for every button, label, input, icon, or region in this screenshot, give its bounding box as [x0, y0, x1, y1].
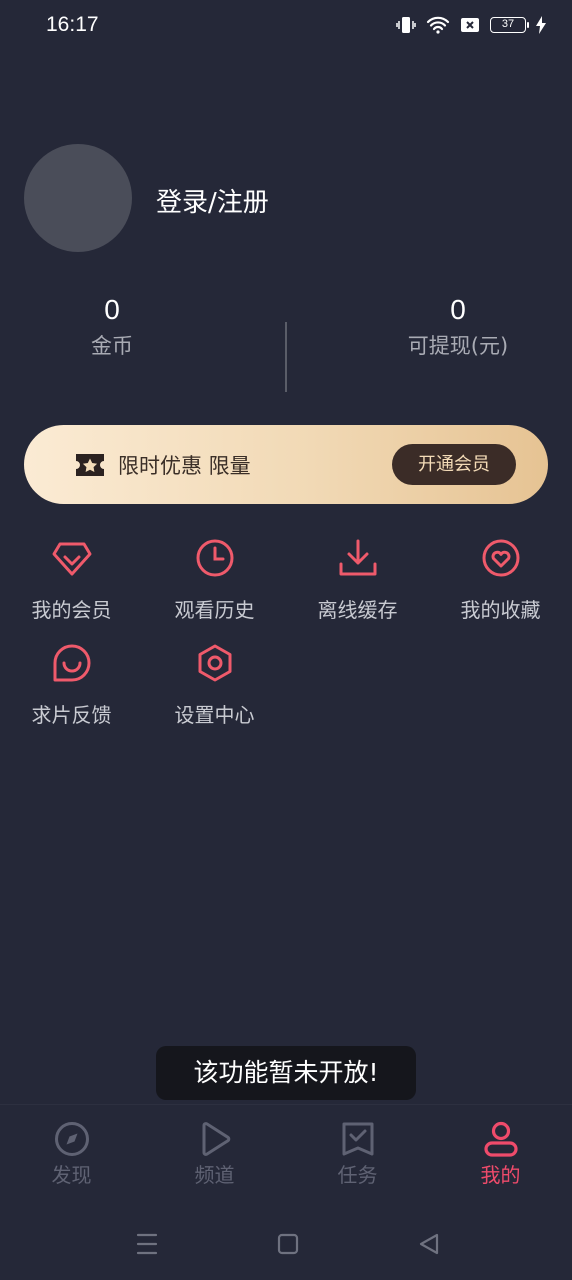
menu-label: 求片反馈 — [31, 703, 112, 727]
sim-off-icon — [460, 17, 480, 33]
menu-label: 我的收藏 — [460, 598, 541, 622]
withdrawable-stat[interactable]: 0 可提现(元) — [358, 294, 558, 360]
nav-channels[interactable]: 频道 — [143, 1121, 286, 1188]
back-icon[interactable] — [418, 1232, 440, 1260]
menu-item-settings[interactable]: 设置中心 — [143, 643, 286, 728]
play-icon — [197, 1121, 233, 1159]
menu-item-vip[interactable]: 我的会员 — [0, 538, 143, 623]
ticket-icon — [74, 452, 106, 478]
open-vip-button[interactable]: 开通会员 — [392, 444, 516, 485]
coins-stat[interactable]: 0 金币 — [12, 294, 212, 360]
coins-value: 0 — [104, 294, 120, 325]
system-nav-bar — [0, 1212, 572, 1280]
vibrate-icon — [396, 16, 416, 34]
menu-item-history[interactable]: 观看历史 — [143, 538, 286, 623]
user-icon — [483, 1121, 519, 1159]
feedback-icon — [52, 643, 92, 683]
home-icon[interactable] — [277, 1232, 299, 1260]
menu-label: 离线缓存 — [317, 598, 398, 622]
settings-icon — [195, 643, 235, 683]
menu-item-downloads[interactable]: 离线缓存 — [286, 538, 429, 623]
battery-icon: 37 — [490, 17, 529, 33]
menu-item-favorites[interactable]: 我的收藏 — [429, 538, 572, 623]
withdrawable-label: 可提现(元) — [407, 334, 509, 358]
nav-tasks[interactable]: 任务 — [286, 1121, 429, 1188]
task-icon — [340, 1121, 376, 1159]
charging-icon — [536, 16, 546, 34]
nav-label: 发现 — [51, 1163, 92, 1187]
menu-item-feedback[interactable]: 求片反馈 — [0, 643, 143, 728]
download-icon — [338, 538, 378, 578]
diamond-icon — [52, 538, 92, 578]
login-register-link[interactable]: 登录/注册 — [156, 182, 269, 219]
avatar[interactable] — [24, 144, 132, 252]
toast-message: 该功能暂未开放! — [156, 1046, 416, 1100]
withdrawable-value: 0 — [450, 294, 466, 325]
vip-banner[interactable]: 限时优惠 限量 开通会员 — [24, 425, 548, 504]
nav-mine[interactable]: 我的 — [429, 1121, 572, 1188]
nav-discover[interactable]: 发现 — [0, 1121, 143, 1188]
status-time: 16:17 — [46, 13, 99, 36]
nav-label: 任务 — [337, 1163, 378, 1187]
nav-label: 我的 — [480, 1163, 521, 1187]
menu-label: 我的会员 — [31, 598, 112, 622]
compass-icon — [54, 1121, 90, 1159]
menu-label: 观看历史 — [174, 598, 255, 622]
menu-label: 设置中心 — [174, 703, 255, 727]
stats-divider — [285, 322, 287, 392]
menu-icon[interactable] — [136, 1232, 158, 1260]
wifi-icon — [426, 16, 450, 34]
status-bar: 16:17 37 — [0, 0, 572, 50]
bottom-nav: 发现 频道 任务 我的 — [0, 1104, 572, 1200]
clock-icon — [195, 538, 235, 578]
heart-icon — [481, 538, 521, 578]
status-icons: 37 — [396, 16, 546, 34]
vip-promo-text: 限时优惠 限量 — [118, 453, 251, 478]
nav-label: 频道 — [194, 1163, 235, 1187]
coins-label: 金币 — [91, 334, 133, 358]
